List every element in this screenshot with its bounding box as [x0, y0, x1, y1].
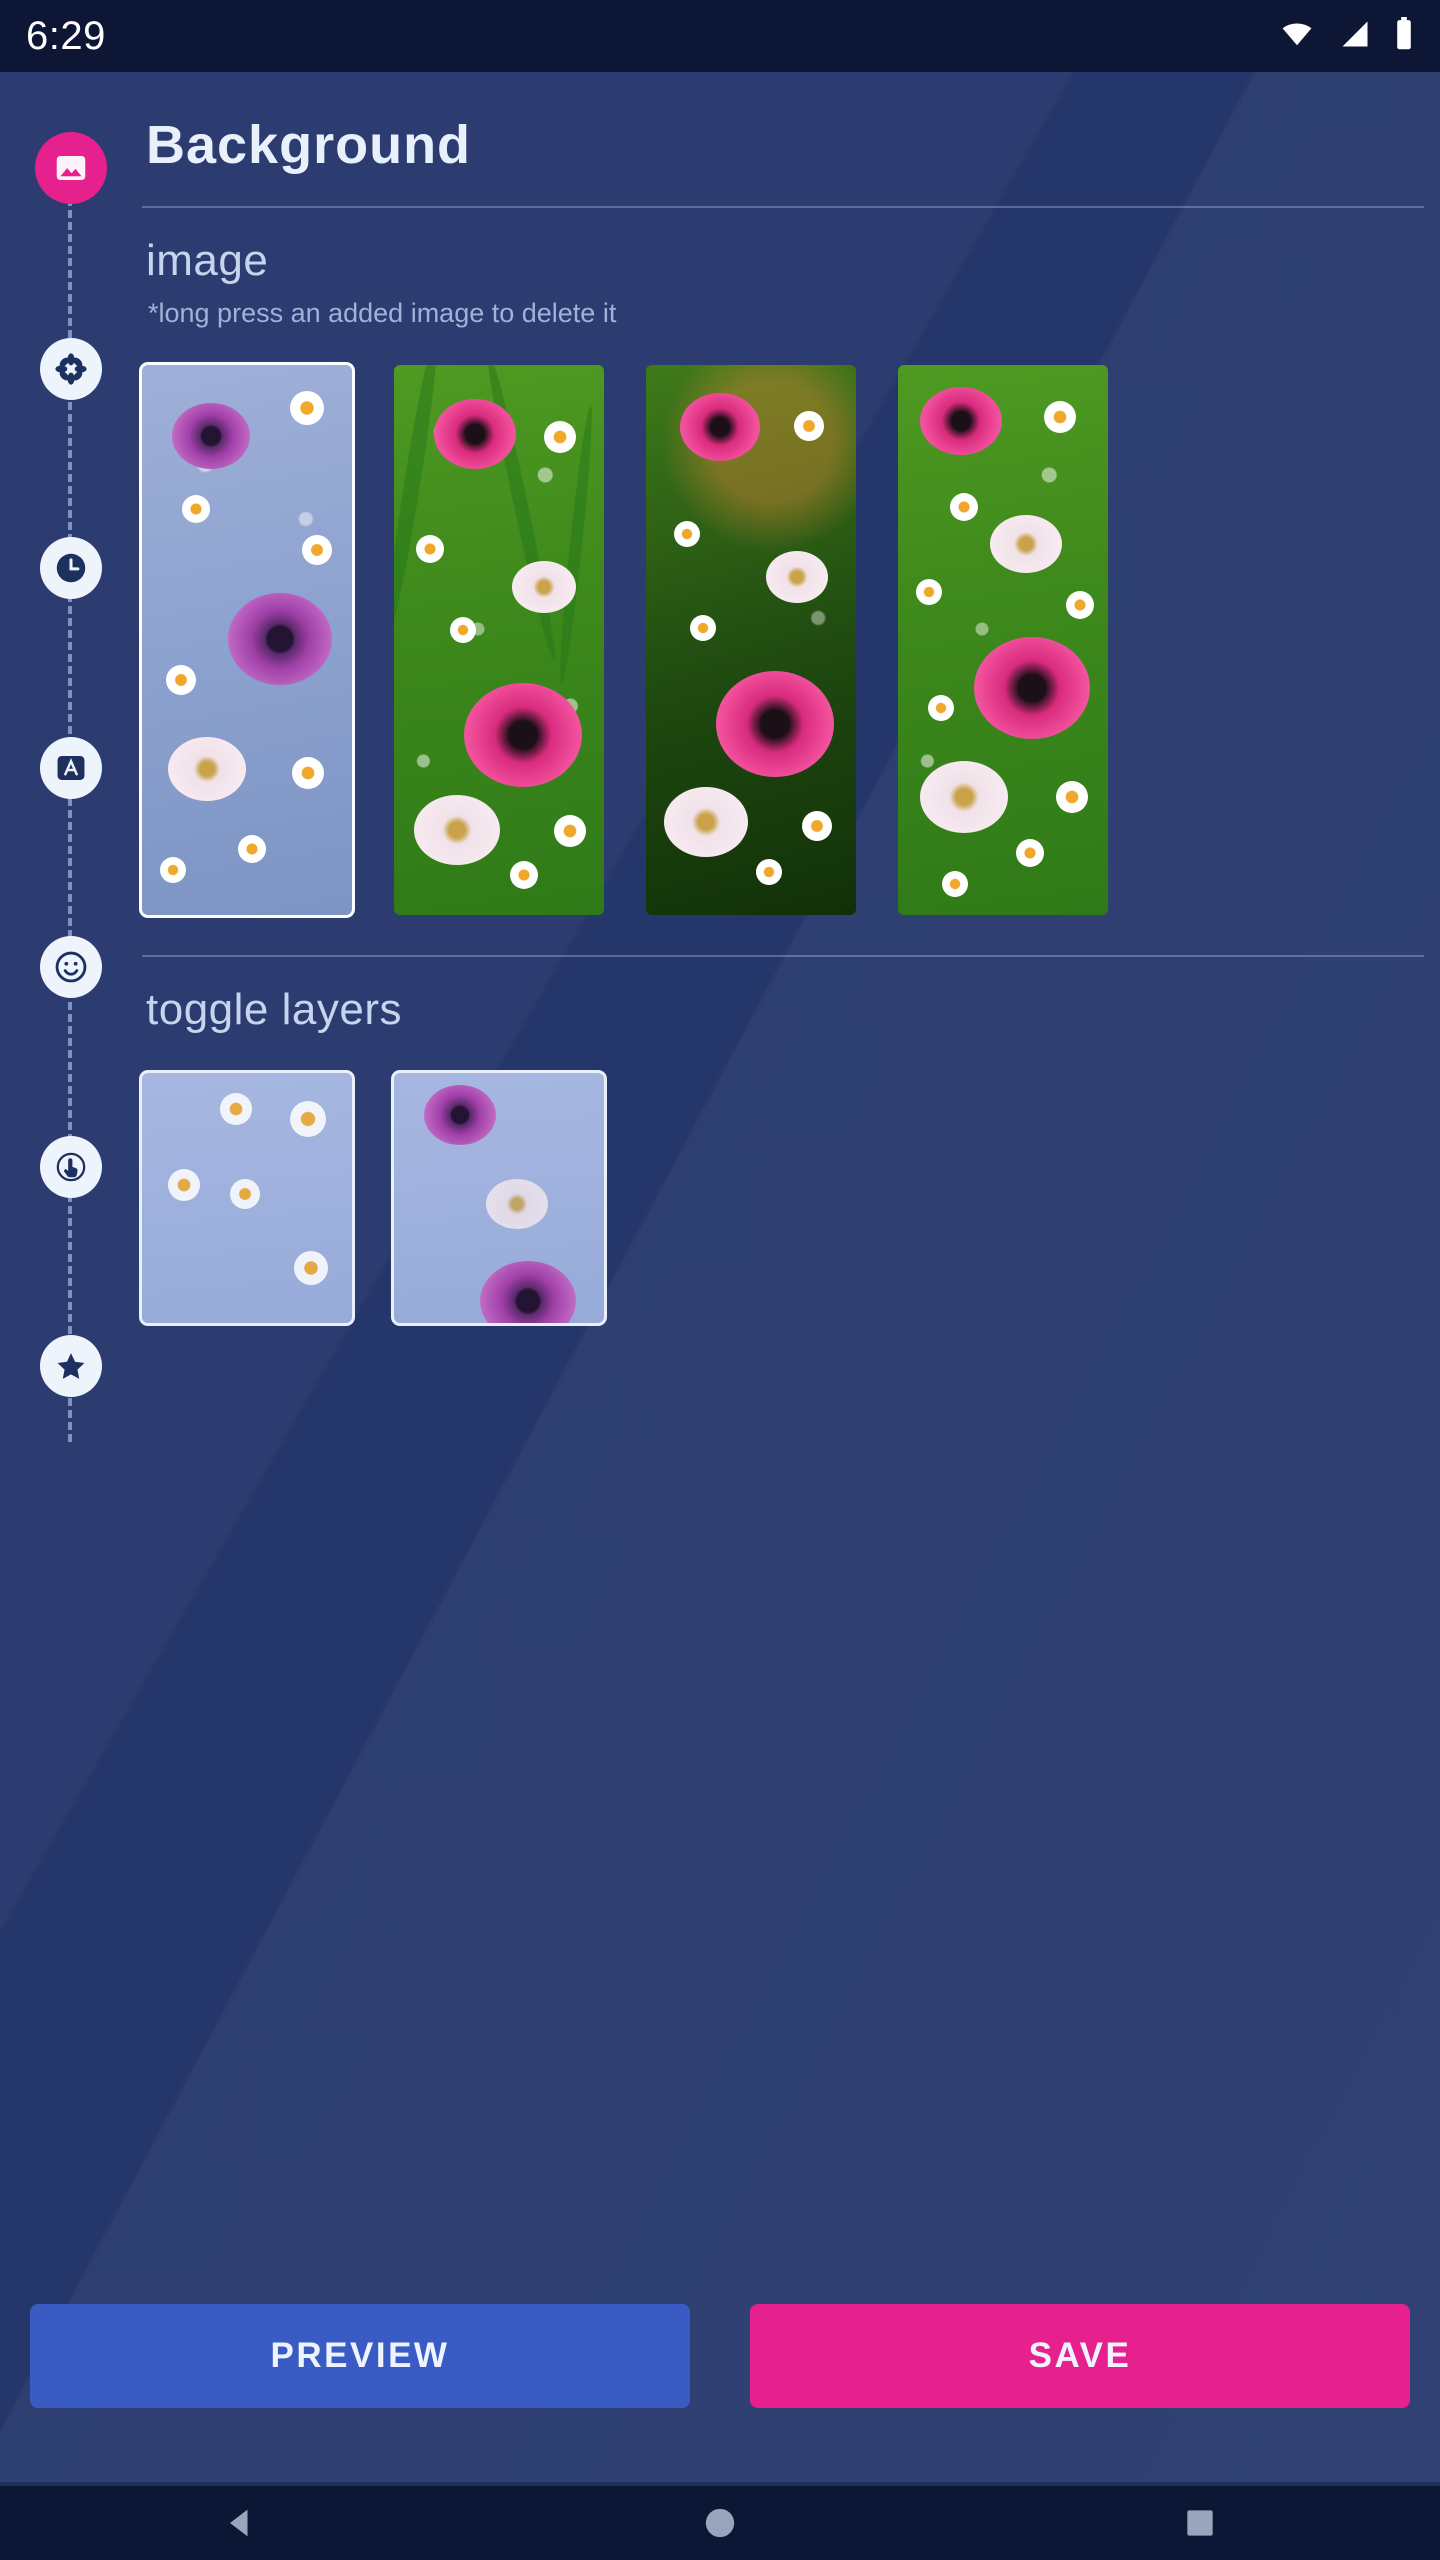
sidebar-item-touch[interactable] — [40, 1136, 102, 1198]
thumbnail-image — [646, 365, 856, 915]
layer-thumbnail-grid — [139, 1070, 1440, 1326]
sidebar-item-emoji[interactable] — [40, 936, 102, 998]
battery-icon — [1394, 16, 1414, 56]
image-thumbnail-dark-fractal-field[interactable] — [646, 365, 856, 915]
sidebar-item-clock[interactable] — [40, 537, 102, 599]
back-triangle-icon — [230, 2509, 248, 2537]
text-a-icon — [57, 755, 85, 781]
image-icon — [56, 156, 86, 180]
sidebar-item-flower[interactable] — [40, 338, 102, 400]
nav-back-button[interactable] — [180, 2486, 300, 2560]
section-note-image: *long press an added image to delete it — [148, 298, 617, 328]
star-icon — [57, 1353, 85, 1379]
status-bar-clock: 6:29 — [26, 13, 106, 58]
content-column: Background image *long press an added im… — [138, 72, 1440, 1326]
home-circle-icon — [705, 2508, 735, 2538]
editor-page: Background image *long press an added im… — [0, 72, 1440, 2482]
image-thumbnail-green-daisy-field[interactable] — [394, 365, 604, 915]
save-button[interactable]: SAVE — [750, 2304, 1410, 2408]
emoji-icon — [55, 951, 87, 983]
thumbnail-image — [898, 365, 1108, 915]
nav-recents-button[interactable] — [1140, 2486, 1260, 2560]
action-bar: PREVIEW SAVE — [0, 2304, 1440, 2408]
preview-button[interactable]: PREVIEW — [30, 2304, 690, 2408]
page-title: Background — [146, 115, 472, 175]
sidebar-item-background[interactable] — [35, 132, 107, 204]
sidebar-item-star[interactable] — [40, 1335, 102, 1397]
section-label-image: image — [146, 236, 269, 285]
recents-square-icon — [1187, 2510, 1213, 2536]
status-bar-icons — [1278, 16, 1414, 56]
thumbnail-image — [394, 365, 604, 915]
thumbnail-image — [142, 365, 352, 915]
touch-icon — [56, 1152, 86, 1182]
sidebar-item-text[interactable] — [40, 737, 102, 799]
layers-divider — [142, 955, 1424, 957]
nav-home-button[interactable] — [660, 2486, 780, 2560]
image-thumbnail-green-poppy-field[interactable] — [898, 365, 1108, 915]
flower-icon — [55, 353, 87, 385]
title-divider — [142, 206, 1424, 208]
section-label-toggle-layers: toggle layers — [146, 985, 402, 1034]
image-thumbnail-grid — [139, 362, 1440, 959]
clock-icon — [56, 553, 86, 583]
android-nav-bar — [0, 2486, 1440, 2560]
layer-thumbnail-daisies[interactable] — [139, 1070, 355, 1326]
cellular-signal-icon — [1338, 19, 1372, 54]
layer-image — [394, 1073, 604, 1323]
layer-image — [142, 1073, 352, 1323]
step-rail — [0, 72, 138, 2482]
layer-thumbnail-poppies[interactable] — [391, 1070, 607, 1326]
wifi-icon — [1278, 19, 1316, 54]
status-bar: 6:29 — [0, 0, 1440, 72]
image-thumbnail-blue-poppy-field[interactable] — [139, 362, 355, 918]
